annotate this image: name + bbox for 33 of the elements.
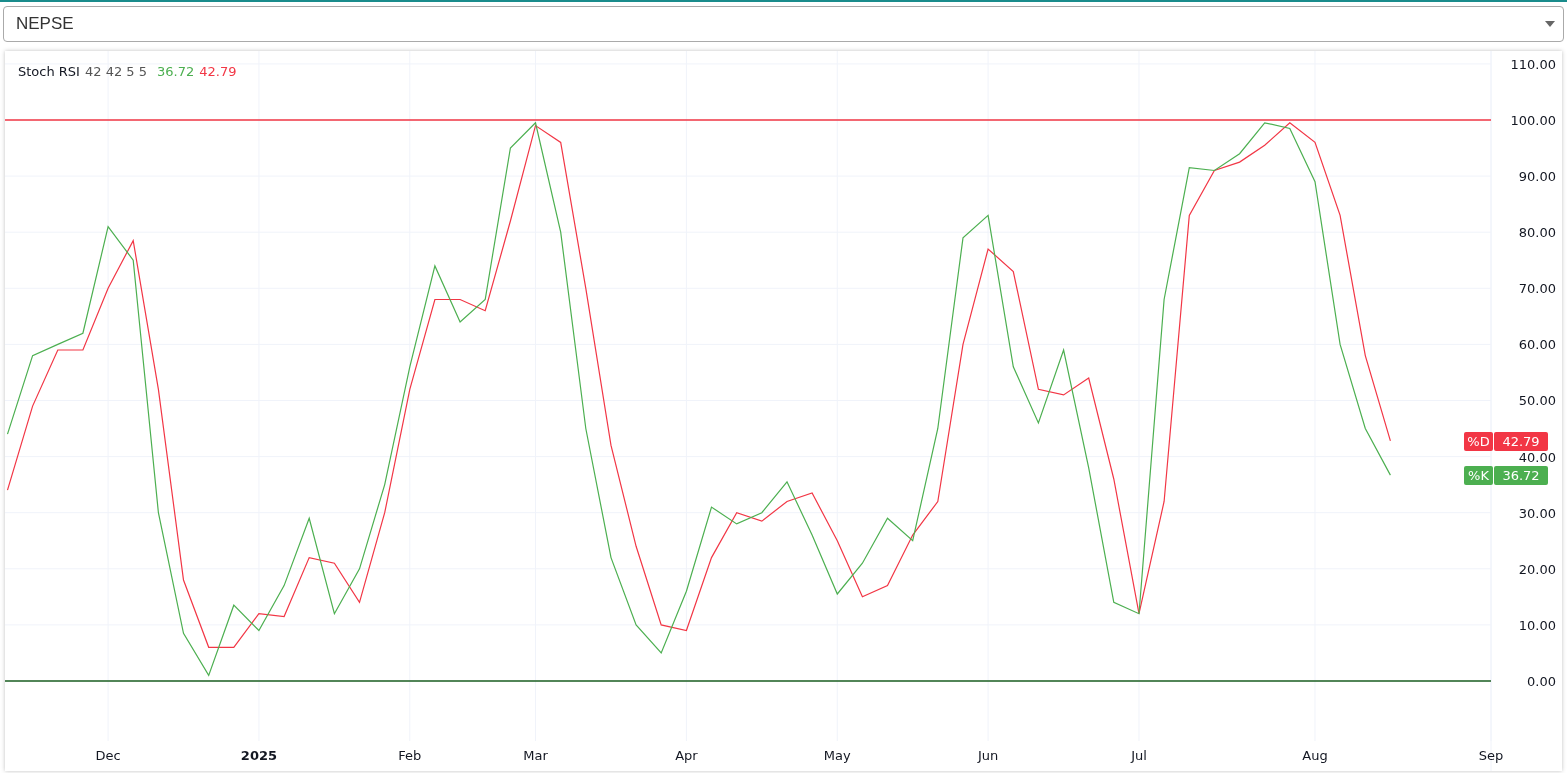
y-axis-label: 80.00 xyxy=(1518,225,1556,241)
y-axis-label: 70.00 xyxy=(1518,281,1556,297)
x-axis-label: Jun xyxy=(977,748,999,763)
y-axis-label: 0.00 xyxy=(1527,674,1556,689)
x-axis-label: Mar xyxy=(523,748,548,763)
value-tag: 36.72 xyxy=(1494,466,1548,485)
y-axis-label: 60.00 xyxy=(1518,337,1556,353)
series-tag: %K xyxy=(1464,466,1493,485)
legend-value: 42.79 xyxy=(199,64,237,79)
y-axis-label: 50.00 xyxy=(1518,393,1556,409)
legend-label: %K xyxy=(1468,467,1490,483)
x-axis-label: Feb xyxy=(398,748,422,763)
x-axis-label: Aug xyxy=(1302,748,1328,763)
y-axis-label: 20.00 xyxy=(1518,561,1556,577)
x-axis-label: Apr xyxy=(675,748,698,763)
y-axis-label: 100.00 xyxy=(1510,113,1556,128)
x-axis-label: Jul xyxy=(1131,748,1147,763)
y-axis-label: 40.00 xyxy=(1518,449,1556,465)
indicator-name: Stoch RSI xyxy=(18,64,80,79)
value-tag: 42.79 xyxy=(1494,431,1548,451)
legend-value: 36.72 xyxy=(157,64,195,79)
y-axis-label: 110.00 xyxy=(1510,56,1556,72)
x-axis-label: Dec xyxy=(95,748,121,763)
caret-icon xyxy=(1545,21,1555,27)
series-tag: %D xyxy=(1464,431,1493,451)
x-axis-label: Sep xyxy=(1478,748,1504,763)
y-axis-label: 10.00 xyxy=(1518,617,1556,633)
indicator-params: 42 42 5 5 xyxy=(84,64,147,79)
y-axis-label: 90.00 xyxy=(1518,169,1556,185)
x-axis-label: May xyxy=(823,748,851,763)
x-axis-label: 2025 xyxy=(240,748,278,763)
y-axis-label: 30.00 xyxy=(1518,505,1556,521)
symbol-dropdown[interactable]: NEPSE xyxy=(3,6,1564,42)
